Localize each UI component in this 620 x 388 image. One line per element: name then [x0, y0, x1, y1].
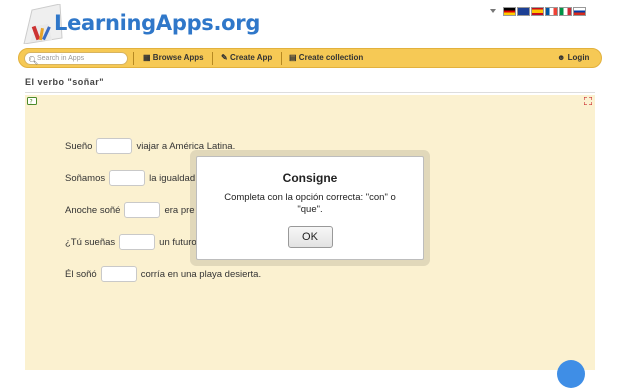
answer-blank[interactable] — [109, 170, 146, 186]
sentence-text: era pre — [164, 204, 195, 216]
grid-icon: ▦ — [143, 53, 151, 62]
dialog-message: Completa con la opción correcta: "con" o… — [224, 192, 396, 215]
search-input[interactable]: 🔍︎ Search in Apps — [24, 52, 128, 65]
sentence-text: Soñamos — [65, 172, 106, 184]
answer-blank[interactable] — [119, 234, 156, 250]
search-placeholder: Search in Apps — [37, 55, 85, 62]
hint-icon[interactable]: ? — [27, 97, 38, 107]
sentence-text: Anoche soñé — [65, 204, 121, 216]
answer-blank[interactable] — [100, 266, 137, 282]
english-flag-icon[interactable] — [517, 6, 530, 16]
german-flag-icon[interactable] — [503, 6, 516, 16]
pencil-icon: ✎ — [221, 53, 228, 62]
create-app-label: Create App — [229, 53, 273, 62]
logo-text[interactable]: LearningApps.org — [54, 11, 260, 35]
browse-apps-link[interactable]: ▦ Browse Apps — [143, 53, 204, 62]
sentence-text: un futuro — [159, 236, 197, 248]
search-icon: 🔍︎ — [28, 56, 39, 65]
create-app-link[interactable]: ✎ Create App — [221, 53, 272, 62]
answer-blank[interactable] — [124, 202, 161, 218]
sentence-text: Él soñó — [65, 268, 97, 280]
italian-flag-icon[interactable] — [559, 6, 572, 16]
sentence-text: ¿Tú sueñas — [65, 236, 116, 248]
page-title: El verbo "soñar" — [25, 77, 105, 87]
site-header: LearningApps.org — [0, 0, 620, 48]
nav-divider — [212, 52, 213, 65]
sentence-text: la igualdad — [149, 172, 196, 184]
sentence-text: Sueño — [65, 140, 93, 152]
login-label: Login — [567, 53, 590, 62]
ok-button[interactable]: OK — [287, 226, 333, 248]
sentence-row: Anoche soñé era pre — [65, 202, 195, 218]
dropdown-arrow-icon[interactable] — [490, 9, 496, 13]
spanish-flag-icon[interactable] — [531, 6, 544, 16]
svg-text:?: ? — [30, 99, 33, 106]
login-link[interactable]: ☻ Login — [557, 53, 589, 62]
sentence-row: Sueño viajar a América Latina. — [65, 138, 235, 154]
sentence-row: ¿Tú sueñas un futuro — [65, 234, 197, 250]
dialog-title: Consigne — [282, 171, 338, 185]
title-divider — [25, 92, 595, 93]
browse-apps-label: Browse Apps — [152, 53, 204, 62]
answer-blank[interactable] — [96, 138, 133, 154]
french-flag-icon[interactable] — [545, 6, 558, 16]
user-icon: ☻ — [557, 53, 566, 62]
sentence-row: Él soñó corría en una playa desierta. — [65, 266, 261, 282]
nav-divider — [281, 52, 282, 65]
collection-icon: ▤ — [289, 53, 297, 62]
sentence-text: viajar a América Latina. — [136, 140, 236, 152]
create-collection-link[interactable]: ▤ Create collection — [289, 53, 363, 62]
sentence-row: Soñamos la igualdad — [65, 170, 195, 186]
nav-divider — [133, 52, 134, 65]
fullscreen-icon[interactable] — [584, 97, 592, 105]
russian-flag-icon[interactable] — [573, 6, 586, 16]
instructions-dialog: Consigne Completa con la opción correcta… — [196, 156, 424, 260]
help-button[interactable] — [557, 360, 585, 388]
create-collection-label: Create collection — [298, 53, 364, 62]
sentence-text: corría en una playa desierta. — [140, 268, 262, 280]
main-navbar: 🔍︎ Search in Apps ▦ Browse Apps ✎ Create… — [18, 48, 602, 68]
language-switcher[interactable] — [490, 6, 586, 16]
